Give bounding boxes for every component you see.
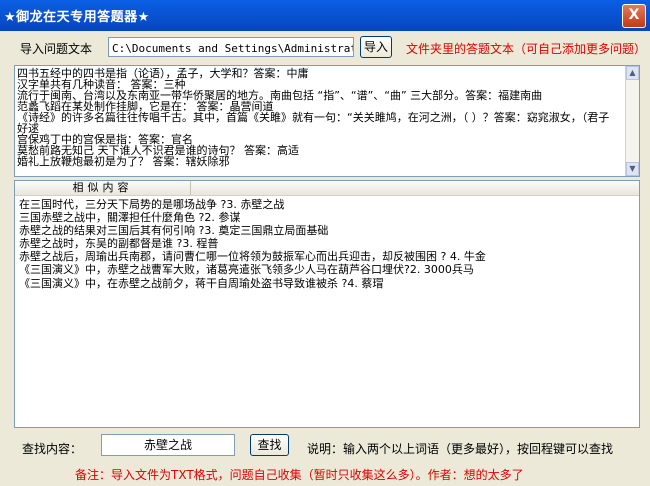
scroll-up-icon[interactable]: ▲ [626, 66, 639, 80]
search-input[interactable]: 赤壁之战 [101, 434, 235, 456]
search-button[interactable]: 查找 [250, 434, 289, 456]
question-line: 《诗经》的许多名篇往往传唱千古。其中，首篇《关雎》就有一句：“关关雎鸠，在河之洲… [17, 111, 610, 124]
window-title: ★御龙在天专用答题器★ [4, 10, 150, 25]
scroll-down-icon[interactable]: ▼ [626, 162, 639, 176]
similar-content-list[interactable]: 相似内容 在三国时代，三分天下局势的是哪场战争 ?3. 赤壁之战 三国赤壁之战中，… [14, 180, 640, 428]
list-item[interactable]: 三国赤壁之战中，關澤担任什麼角色 ?2. 参谋 [15, 211, 639, 224]
import-path-input[interactable]: C:\Documents and Settings\Administrator\… [108, 37, 354, 57]
list-item[interactable]: 在三国时代，三分天下局势的是哪场战争 ?3. 赤壁之战 [15, 198, 639, 211]
search-label: 查找内容： [22, 442, 83, 456]
similar-content-header[interactable]: 相似内容 [15, 181, 639, 196]
questions-scrollbar[interactable]: ▲ ▼ [625, 66, 639, 176]
questions-textarea[interactable]: 四书五经中的四书是指（论语），孟子，大学和？答案：中庸 汉字单共有几种读音： 答案… [14, 65, 640, 177]
search-hint: 说明：输入两个以上词语（更多最好），按回程键可以查找 [307, 442, 614, 456]
close-button[interactable]: X [622, 4, 646, 28]
list-item[interactable]: 赤壁之战时，东吴的副都督是谁 ?3. 程普 [15, 237, 639, 250]
list-item[interactable]: 赤壁之战后，周瑜出兵南郡，请问曹仁哪一位将领为鼓振军心而出兵迎击，却反被围困 ?… [15, 250, 639, 263]
title-bar: ★御龙在天专用答题器★ X [0, 0, 650, 31]
list-item[interactable]: 《三国演义》中，在赤壁之战前夕，蒋干自周瑜处盗书导致谁被杀 ?4. 蔡瑁 [15, 277, 639, 290]
question-line: 婚礼上放鞭炮最初是为了？ 答案：辖妖除邪 [17, 155, 230, 168]
import-label: 导入问题文本 [20, 42, 93, 56]
similar-column-header[interactable]: 相似内容 [15, 181, 191, 195]
list-item[interactable]: 赤壁之战的结果对三国后其有何引响 ?3. 奠定三国鼎立局面基础 [15, 224, 639, 237]
import-button[interactable]: 导入 [360, 36, 392, 58]
import-hint: 文件夹里的答题文本（可自己添加更多问题） [406, 42, 647, 56]
close-icon: X [628, 7, 640, 23]
list-item[interactable]: 《三国演义》中，赤壁之战曹军大败，诸葛亮遣张飞领多少人马在葫芦谷口埋伏?2. 3… [15, 263, 639, 276]
footer-note: 备注：导入文件为TXT格式，问题自己收集（暂时只收集这么多）。作者：想的太多了 [75, 468, 524, 482]
